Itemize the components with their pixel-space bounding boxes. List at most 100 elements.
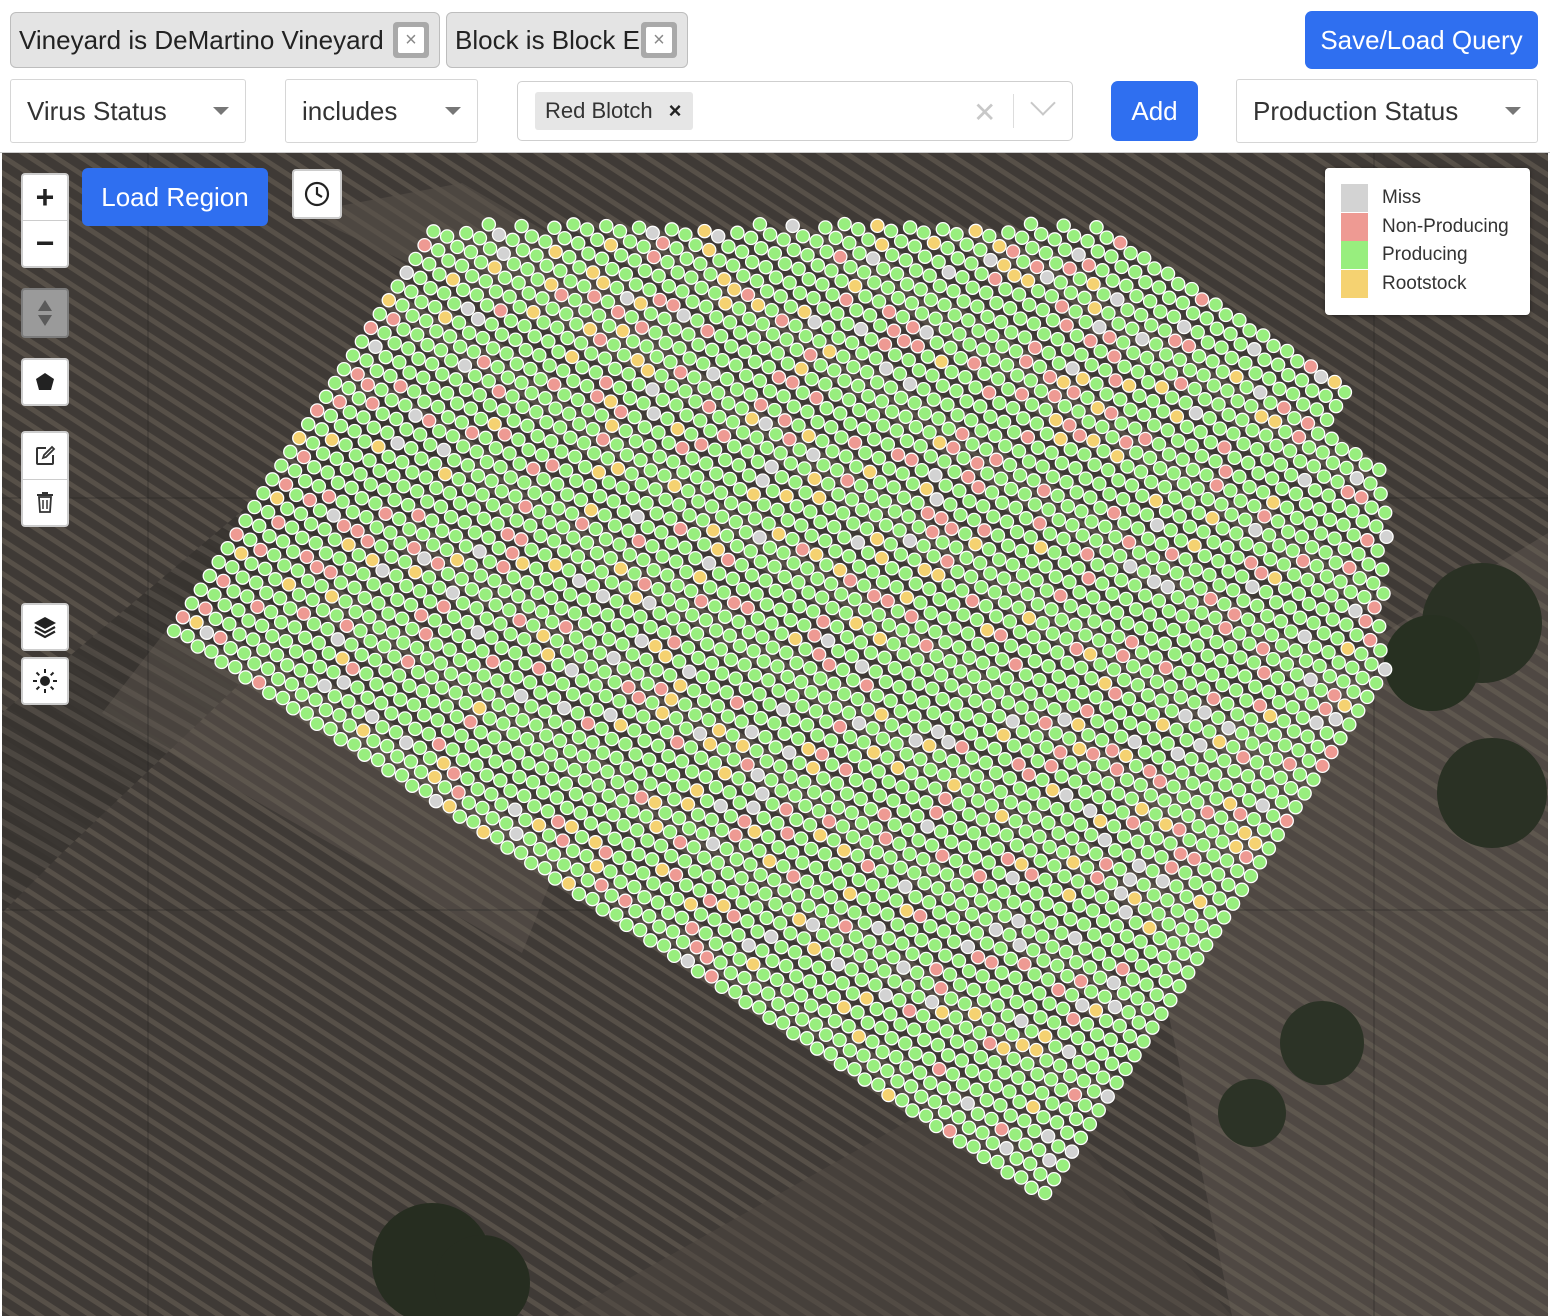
vine-marker[interactable]: [426, 224, 441, 239]
vine-marker[interactable]: [942, 1123, 958, 1139]
vine-marker[interactable]: [642, 595, 657, 611]
vine-marker[interactable]: [1109, 448, 1125, 464]
vine-marker[interactable]: [768, 583, 784, 599]
vine-marker[interactable]: [688, 394, 703, 409]
vine-marker[interactable]: [573, 805, 588, 821]
vine-marker[interactable]: [859, 364, 875, 380]
vine-marker[interactable]: [217, 597, 232, 613]
vine-marker[interactable]: [938, 791, 953, 807]
vine-marker[interactable]: [1135, 331, 1150, 347]
vine-marker[interactable]: [1051, 1139, 1066, 1154]
vine-marker[interactable]: [794, 1012, 810, 1027]
vine-marker[interactable]: [470, 311, 486, 327]
vine-marker[interactable]: [1160, 423, 1176, 438]
vine-marker[interactable]: [547, 871, 563, 886]
vine-marker[interactable]: [781, 901, 797, 917]
vine-marker[interactable]: [643, 776, 658, 791]
vine-marker[interactable]: [527, 798, 542, 814]
vine-marker[interactable]: [424, 669, 440, 685]
vine-marker[interactable]: [1257, 352, 1272, 367]
vine-marker[interactable]: [1047, 858, 1062, 874]
history-button[interactable]: [292, 169, 342, 219]
vine-marker[interactable]: [488, 754, 503, 769]
vine-marker[interactable]: [350, 523, 365, 539]
vine-marker[interactable]: [1008, 500, 1024, 516]
vine-marker[interactable]: [898, 879, 913, 894]
vine-marker[interactable]: [509, 356, 525, 372]
vine-marker[interactable]: [1026, 943, 1041, 958]
vine-marker[interactable]: [1158, 973, 1173, 989]
vine-marker[interactable]: [1214, 497, 1229, 512]
vine-marker[interactable]: [1107, 349, 1122, 364]
vine-marker[interactable]: [1015, 881, 1031, 896]
vine-marker[interactable]: [971, 636, 986, 652]
vine-marker[interactable]: [710, 542, 726, 557]
vine-marker[interactable]: [851, 559, 867, 574]
vine-marker[interactable]: [437, 466, 453, 482]
vine-marker[interactable]: [579, 535, 595, 551]
vine-marker[interactable]: [923, 449, 939, 464]
vine-marker[interactable]: [566, 373, 581, 389]
vine-marker[interactable]: [566, 217, 581, 232]
vine-marker[interactable]: [1100, 619, 1116, 634]
vine-marker[interactable]: [518, 499, 533, 514]
vine-marker[interactable]: [1130, 521, 1146, 536]
vine-marker[interactable]: [616, 661, 632, 676]
vine-marker[interactable]: [818, 220, 833, 235]
vine-marker[interactable]: [1250, 779, 1266, 794]
vine-marker[interactable]: [1129, 445, 1144, 460]
vine-marker[interactable]: [1103, 719, 1119, 734]
vine-marker[interactable]: [329, 608, 344, 623]
vine-marker[interactable]: [774, 469, 790, 485]
vine-marker[interactable]: [887, 504, 903, 519]
vine-marker[interactable]: [687, 864, 703, 879]
vine-marker[interactable]: [403, 754, 419, 769]
vine-marker[interactable]: [1069, 328, 1085, 344]
vine-marker[interactable]: [592, 332, 608, 347]
vine-marker[interactable]: [868, 351, 884, 366]
vine-marker[interactable]: [1283, 780, 1299, 796]
vine-marker[interactable]: [979, 1092, 995, 1108]
vine-marker[interactable]: [409, 484, 425, 499]
vine-marker[interactable]: [1055, 1001, 1071, 1017]
vine-marker[interactable]: [1192, 894, 1208, 910]
vine-marker[interactable]: [342, 561, 358, 577]
vine-marker[interactable]: [583, 502, 599, 518]
vine-marker[interactable]: [226, 584, 241, 599]
vine-marker[interactable]: [1343, 584, 1358, 600]
vine-marker[interactable]: [895, 309, 911, 325]
vine-marker[interactable]: [1265, 651, 1281, 667]
vine-marker[interactable]: [1281, 367, 1296, 383]
vine-marker[interactable]: [1163, 366, 1179, 381]
vine-marker[interactable]: [664, 378, 679, 394]
vine-marker[interactable]: [768, 896, 783, 912]
vine-marker[interactable]: [725, 571, 741, 587]
vine-marker[interactable]: [973, 736, 989, 752]
vine-marker[interactable]: [1315, 601, 1330, 617]
vine-marker[interactable]: [881, 461, 897, 476]
vine-marker[interactable]: [853, 791, 868, 807]
vine-marker[interactable]: [698, 769, 714, 785]
vine-marker[interactable]: [485, 654, 500, 669]
vine-marker[interactable]: [347, 737, 362, 752]
vine-marker[interactable]: [731, 771, 746, 786]
vine-marker[interactable]: [917, 406, 933, 421]
vine-marker[interactable]: [543, 434, 559, 449]
vine-marker[interactable]: [1084, 671, 1099, 686]
vine-marker[interactable]: [1005, 1027, 1020, 1042]
vine-marker[interactable]: [714, 666, 730, 681]
vine-marker[interactable]: [1104, 405, 1119, 421]
vine-marker[interactable]: [500, 683, 515, 699]
vine-marker[interactable]: [1151, 906, 1166, 922]
vine-marker[interactable]: [1304, 539, 1320, 555]
vine-marker[interactable]: [446, 766, 462, 781]
vine-marker[interactable]: [1138, 431, 1153, 447]
vine-marker[interactable]: [873, 318, 888, 333]
vine-marker[interactable]: [1051, 982, 1066, 998]
vine-marker[interactable]: [1085, 903, 1101, 918]
vine-marker[interactable]: [1167, 333, 1183, 349]
vine-marker[interactable]: [811, 490, 827, 506]
vine-marker[interactable]: [1011, 600, 1026, 616]
vine-marker[interactable]: [591, 778, 606, 793]
vine-marker[interactable]: [1349, 627, 1364, 643]
